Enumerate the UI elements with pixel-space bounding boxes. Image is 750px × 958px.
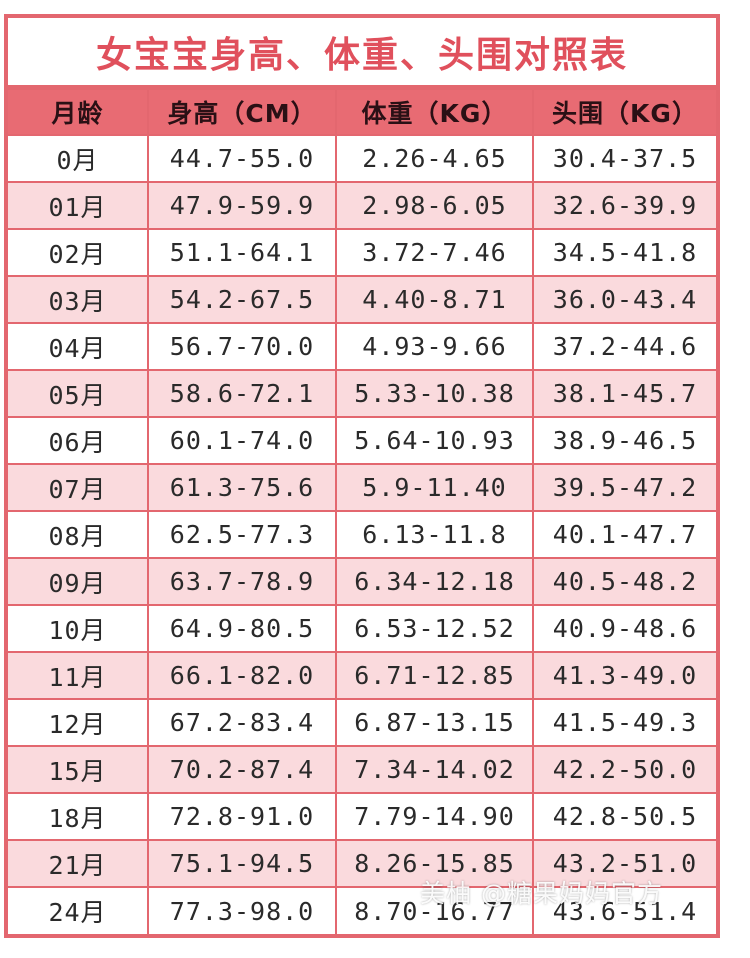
head-circumference-cell: 34.5-41.8 [532, 228, 716, 277]
age-cell: 18月 [8, 792, 149, 841]
age-cell: 21月 [8, 839, 149, 888]
height-cell: 72.8-91.0 [147, 792, 337, 841]
table-row: 21月 75.1-94.5 8.26-15.85 43.2-51.0 [8, 839, 716, 888]
age-cell: 05月 [8, 369, 149, 418]
height-cell: 64.9-80.5 [147, 604, 337, 653]
table-row: 01月 47.9-59.9 2.98-6.05 32.6-39.9 [8, 181, 716, 230]
age-cell: 10月 [8, 604, 149, 653]
weight-cell: 6.13-11.8 [335, 510, 534, 559]
table-row: 08月 62.5-77.3 6.13-11.8 40.1-47.7 [8, 510, 716, 559]
table-row: 09月 63.7-78.9 6.34-12.18 40.5-48.2 [8, 557, 716, 606]
header-age: 月龄 [8, 88, 149, 136]
height-cell: 58.6-72.1 [147, 369, 337, 418]
growth-table: 月龄 身高（CM） 体重（KG） 头围（KG） 0月 44.7-55.0 2.26-… [8, 88, 716, 934]
height-cell: 66.1-82.0 [147, 651, 337, 700]
weight-cell: 2.26-4.65 [335, 135, 534, 183]
head-circumference-cell: 41.3-49.0 [532, 651, 716, 700]
weight-cell: 5.33-10.38 [335, 369, 534, 418]
weight-cell: 4.93-9.66 [335, 322, 534, 371]
head-circumference-cell: 30.4-37.5 [532, 135, 716, 183]
header-head-circumference: 头围（KG） [532, 88, 716, 136]
head-circumference-cell: 37.2-44.6 [532, 322, 716, 371]
head-circumference-cell: 38.1-45.7 [532, 369, 716, 418]
weight-cell: 4.40-8.71 [335, 275, 534, 324]
weight-cell: 7.79-14.90 [335, 792, 534, 841]
table-row: 04月 56.7-70.0 4.93-9.66 37.2-44.6 [8, 322, 716, 371]
height-cell: 54.2-67.5 [147, 275, 337, 324]
weight-cell: 6.34-12.18 [335, 557, 534, 606]
weight-cell: 5.9-11.40 [335, 463, 534, 512]
height-cell: 51.1-64.1 [147, 228, 337, 277]
weight-cell: 7.34-14.02 [335, 745, 534, 794]
table-row: 10月 64.9-80.5 6.53-12.52 40.9-48.6 [8, 604, 716, 653]
age-cell: 0月 [8, 135, 149, 183]
age-cell: 06月 [8, 416, 149, 465]
head-circumference-cell: 40.9-48.6 [532, 604, 716, 653]
table-row: 05月 58.6-72.1 5.33-10.38 38.1-45.7 [8, 369, 716, 418]
head-circumference-cell: 42.8-50.5 [532, 792, 716, 841]
weight-cell: 8.26-15.85 [335, 839, 534, 888]
height-cell: 47.9-59.9 [147, 181, 337, 230]
head-circumference-cell: 43.6-51.4 [532, 886, 716, 934]
head-circumference-cell: 39.5-47.2 [532, 463, 716, 512]
weight-cell: 6.87-13.15 [335, 698, 534, 747]
table-row: 24月 77.3-98.0 8.70-16.77 43.6-51.4 [8, 886, 716, 934]
table-row: 03月 54.2-67.5 4.40-8.71 36.0-43.4 [8, 275, 716, 324]
weight-cell: 8.70-16.77 [335, 886, 534, 934]
height-cell: 56.7-70.0 [147, 322, 337, 371]
header-row: 月龄 身高（CM） 体重（KG） 头围（KG） [8, 88, 716, 136]
age-cell: 04月 [8, 322, 149, 371]
table-row: 12月 67.2-83.4 6.87-13.15 41.5-49.3 [8, 698, 716, 747]
height-cell: 63.7-78.9 [147, 557, 337, 606]
table-row: 18月 72.8-91.0 7.79-14.90 42.8-50.5 [8, 792, 716, 841]
height-cell: 77.3-98.0 [147, 886, 337, 934]
weight-cell: 2.98-6.05 [335, 181, 534, 230]
head-circumference-cell: 41.5-49.3 [532, 698, 716, 747]
weight-cell: 6.71-12.85 [335, 651, 534, 700]
weight-cell: 3.72-7.46 [335, 228, 534, 277]
head-circumference-cell: 42.2-50.0 [532, 745, 716, 794]
table-row: 02月 51.1-64.1 3.72-7.46 34.5-41.8 [8, 228, 716, 277]
head-circumference-cell: 40.1-47.7 [532, 510, 716, 559]
table-row: 15月 70.2-87.4 7.34-14.02 42.2-50.0 [8, 745, 716, 794]
head-circumference-cell: 36.0-43.4 [532, 275, 716, 324]
table-row: 11月 66.1-82.0 6.71-12.85 41.3-49.0 [8, 651, 716, 700]
age-cell: 24月 [8, 886, 149, 934]
age-cell: 15月 [8, 745, 149, 794]
head-circumference-cell: 43.2-51.0 [532, 839, 716, 888]
age-cell: 03月 [8, 275, 149, 324]
growth-chart-table-frame: 女宝宝身高、体重、头围对照表 月龄 身高（CM） 体重（KG） 头围（KG） 0… [4, 14, 720, 938]
head-circumference-cell: 40.5-48.2 [532, 557, 716, 606]
age-cell: 08月 [8, 510, 149, 559]
table-row: 07月 61.3-75.6 5.9-11.40 39.5-47.2 [8, 463, 716, 512]
header-height: 身高（CM） [147, 88, 337, 136]
height-cell: 67.2-83.4 [147, 698, 337, 747]
age-cell: 01月 [8, 181, 149, 230]
age-cell: 02月 [8, 228, 149, 277]
age-cell: 12月 [8, 698, 149, 747]
head-circumference-cell: 32.6-39.9 [532, 181, 716, 230]
table-title: 女宝宝身高、体重、头围对照表 [8, 18, 716, 88]
weight-cell: 6.53-12.52 [335, 604, 534, 653]
age-cell: 09月 [8, 557, 149, 606]
height-cell: 75.1-94.5 [147, 839, 337, 888]
weight-cell: 5.64-10.93 [335, 416, 534, 465]
age-cell: 11月 [8, 651, 149, 700]
height-cell: 60.1-74.0 [147, 416, 337, 465]
table-row: 06月 60.1-74.0 5.64-10.93 38.9-46.5 [8, 416, 716, 465]
age-cell: 07月 [8, 463, 149, 512]
height-cell: 70.2-87.4 [147, 745, 337, 794]
head-circumference-cell: 38.9-46.5 [532, 416, 716, 465]
height-cell: 61.3-75.6 [147, 463, 337, 512]
table-row: 0月 44.7-55.0 2.26-4.65 30.4-37.5 [8, 135, 716, 183]
height-cell: 62.5-77.3 [147, 510, 337, 559]
header-weight: 体重（KG） [335, 88, 534, 136]
height-cell: 44.7-55.0 [147, 135, 337, 183]
